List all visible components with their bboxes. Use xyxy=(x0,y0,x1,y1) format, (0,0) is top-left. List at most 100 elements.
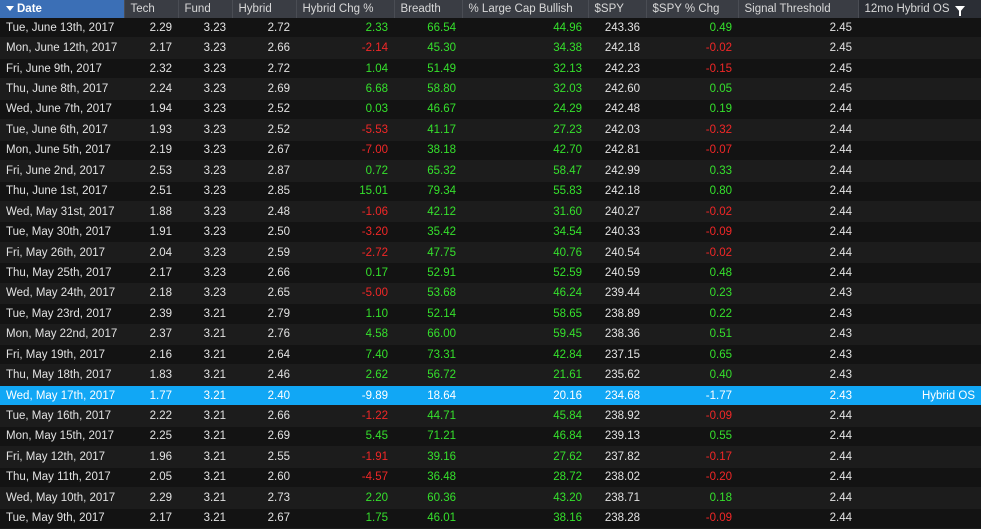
cell-large-cap-bullish: 28.72 xyxy=(462,467,588,489)
cell-signal-threshold: 2.45 xyxy=(738,78,858,100)
cell-fund: 3.21 xyxy=(178,487,232,509)
column-header-fund[interactable]: Fund xyxy=(178,0,233,18)
column-header-hybrid-os[interactable]: 12mo Hybrid OS xyxy=(858,0,981,18)
cell-hybrid-chg: 1.04 xyxy=(296,58,394,80)
cell-hybrid: 2.52 xyxy=(232,99,296,121)
cell-hybrid-os xyxy=(858,181,981,202)
cell-hybrid: 2.73 xyxy=(232,487,296,509)
column-header-spy[interactable]: $SPY xyxy=(588,0,647,18)
cell-spy: 238.28 xyxy=(588,508,646,529)
cell-tech: 1.91 xyxy=(124,221,178,243)
table-row[interactable]: Fri, June 2nd, 2017 2.53 3.23 2.87 0.72 65.32… xyxy=(0,160,981,182)
cell-fund: 3.23 xyxy=(178,140,232,162)
cell-breadth: 44.71 xyxy=(394,405,462,427)
cell-signal-threshold: 2.44 xyxy=(738,119,858,141)
column-header-hybrid[interactable]: Hybrid xyxy=(232,0,297,18)
table-row[interactable]: Mon, May 15th, 2017 2.25 3.21 2.69 5.45 71.21… xyxy=(0,426,981,448)
table-row[interactable]: Fri, May 19th, 2017 2.16 3.21 2.64 7.40 73.31… xyxy=(0,344,981,366)
cell-fund: 3.21 xyxy=(178,385,232,407)
cell-fund: 3.23 xyxy=(178,242,232,264)
cell-signal-threshold: 2.44 xyxy=(738,99,858,121)
cell-tech: 2.37 xyxy=(124,324,178,346)
cell-spy-chg: 0.19 xyxy=(646,99,738,121)
cell-hybrid-chg: -3.20 xyxy=(296,221,394,243)
cell-hybrid-os xyxy=(858,446,981,468)
cell-tech: 2.25 xyxy=(124,426,178,448)
table-row[interactable]: Fri, May 26th, 2017 2.04 3.23 2.59 -2.72 47.7… xyxy=(0,242,981,264)
column-header-tech[interactable]: Tech xyxy=(124,0,179,18)
table-row[interactable]: Tue, May 23rd, 2017 2.39 3.21 2.79 1.10 52.14… xyxy=(0,303,981,325)
table-row[interactable]: Thu, June 1st, 2017 2.51 3.23 2.85 15.01 79.3… xyxy=(0,181,981,202)
table-row[interactable]: Mon, May 22nd, 2017 2.37 3.21 2.76 4.58 66.00… xyxy=(0,324,981,346)
cell-spy-chg: -0.15 xyxy=(646,58,738,80)
cell-large-cap-bullish: 43.20 xyxy=(462,487,588,509)
table-row[interactable]: Fri, May 12th, 2017 1.96 3.21 2.55 -1.91 39.1… xyxy=(0,446,981,468)
cell-signal-threshold: 2.43 xyxy=(738,344,858,366)
cell-hybrid-os xyxy=(858,221,981,243)
cell-date: Fri, May 19th, 2017 xyxy=(0,344,124,366)
table-row[interactable]: Thu, May 25th, 2017 2.17 3.23 2.66 0.17 52.91… xyxy=(0,262,981,284)
cell-hybrid-chg: -4.57 xyxy=(296,467,394,489)
cell-hybrid: 2.72 xyxy=(232,58,296,80)
cell-fund: 3.21 xyxy=(178,364,232,386)
cell-spy-chg: -0.20 xyxy=(646,467,738,489)
column-header-hybrid-chg[interactable]: Hybrid Chg % xyxy=(296,0,395,18)
cell-hybrid: 2.76 xyxy=(232,324,296,346)
cell-signal-threshold: 2.44 xyxy=(738,160,858,182)
cell-hybrid: 2.69 xyxy=(232,426,296,448)
cell-spy-chg: 0.18 xyxy=(646,487,738,509)
cell-tech: 1.96 xyxy=(124,446,178,468)
column-header-large-cap-bullish[interactable]: % Large Cap Bullish xyxy=(462,0,589,18)
cell-hybrid-os xyxy=(858,201,981,223)
cell-spy-chg: 0.65 xyxy=(646,344,738,366)
cell-hybrid: 2.55 xyxy=(232,446,296,468)
table-row[interactable]: Tue, May 16th, 2017 2.22 3.21 2.66 -1.22 44.7… xyxy=(0,405,981,427)
table-row[interactable]: Thu, May 18th, 2017 1.83 3.21 2.46 2.62 56.72… xyxy=(0,364,981,386)
table-row[interactable]: Fri, June 9th, 2017 2.32 3.23 2.72 1.04 51.49… xyxy=(0,58,981,80)
table-row[interactable]: Wed, May 31st, 2017 1.88 3.23 2.48 -1.06 42.1… xyxy=(0,201,981,223)
cell-breadth: 56.72 xyxy=(394,364,462,386)
cell-large-cap-bullish: 55.83 xyxy=(462,181,588,202)
cell-spy: 240.54 xyxy=(588,242,646,264)
cell-spy: 242.23 xyxy=(588,58,646,80)
cell-large-cap-bullish: 42.84 xyxy=(462,344,588,366)
filter-icon[interactable] xyxy=(954,5,965,16)
table-row[interactable]: Tue, June 13th, 2017 2.29 3.23 2.72 2.33 66.5… xyxy=(0,18,981,39)
cell-date: Mon, May 22nd, 2017 xyxy=(0,324,124,346)
table-row[interactable]: Mon, June 12th, 2017 2.17 3.23 2.66 -2.14 45.… xyxy=(0,37,981,59)
column-header-date[interactable]: Date xyxy=(0,0,125,18)
cell-fund: 3.23 xyxy=(178,221,232,243)
table-row[interactable]: Wed, June 7th, 2017 1.94 3.23 2.52 0.03 46.67… xyxy=(0,99,981,121)
cell-breadth: 52.14 xyxy=(394,303,462,325)
cell-breadth: 79.34 xyxy=(394,181,462,202)
table-row[interactable]: Mon, June 5th, 2017 2.19 3.23 2.67 -7.00 38.1… xyxy=(0,140,981,162)
table-row[interactable]: Thu, June 8th, 2017 2.24 3.23 2.69 6.68 58.80… xyxy=(0,78,981,100)
cell-date: Mon, June 5th, 2017 xyxy=(0,140,124,162)
cell-tech: 2.22 xyxy=(124,405,178,427)
cell-date: Thu, June 8th, 2017 xyxy=(0,78,124,100)
cell-fund: 3.23 xyxy=(178,160,232,182)
cell-spy-chg: -0.17 xyxy=(646,446,738,468)
table-row[interactable]: Wed, May 24th, 2017 2.18 3.23 2.65 -5.00 53.6… xyxy=(0,283,981,305)
table-row[interactable]: Wed, May 10th, 2017 2.29 3.21 2.73 2.20 60.36… xyxy=(0,487,981,509)
cell-breadth: 45.30 xyxy=(394,37,462,59)
cell-signal-threshold: 2.44 xyxy=(738,201,858,223)
table-row[interactable]: Tue, June 6th, 2017 1.93 3.23 2.52 -5.53 41.1… xyxy=(0,119,981,141)
column-header-signal-threshold[interactable]: Signal Threshold xyxy=(738,0,859,18)
table-row[interactable]: Tue, May 30th, 2017 1.91 3.23 2.50 -3.20 35.4… xyxy=(0,221,981,243)
cell-date: Tue, May 23rd, 2017 xyxy=(0,303,124,325)
cell-hybrid-chg: 0.03 xyxy=(296,99,394,121)
cell-hybrid-os xyxy=(858,303,981,325)
cell-signal-threshold: 2.45 xyxy=(738,58,858,80)
column-header-spy-chg[interactable]: $SPY % Chg xyxy=(646,0,739,18)
cell-tech: 1.77 xyxy=(124,385,178,407)
table-row[interactable]: Wed, May 17th, 2017 1.77 3.21 2.40 -9.89 18.6… xyxy=(0,385,981,407)
cell-hybrid-chg: 1.10 xyxy=(296,303,394,325)
cell-hybrid-os xyxy=(858,18,981,39)
table-row[interactable]: Tue, May 9th, 2017 2.17 3.21 2.67 1.75 46.01 3… xyxy=(0,508,981,529)
table-row[interactable]: Thu, May 11th, 2017 2.05 3.21 2.60 -4.57 36.4… xyxy=(0,467,981,489)
cell-signal-threshold: 2.43 xyxy=(738,385,858,407)
column-header-breadth[interactable]: Breadth xyxy=(394,0,463,18)
cell-hybrid-os xyxy=(858,262,981,284)
cell-signal-threshold: 2.44 xyxy=(738,405,858,427)
